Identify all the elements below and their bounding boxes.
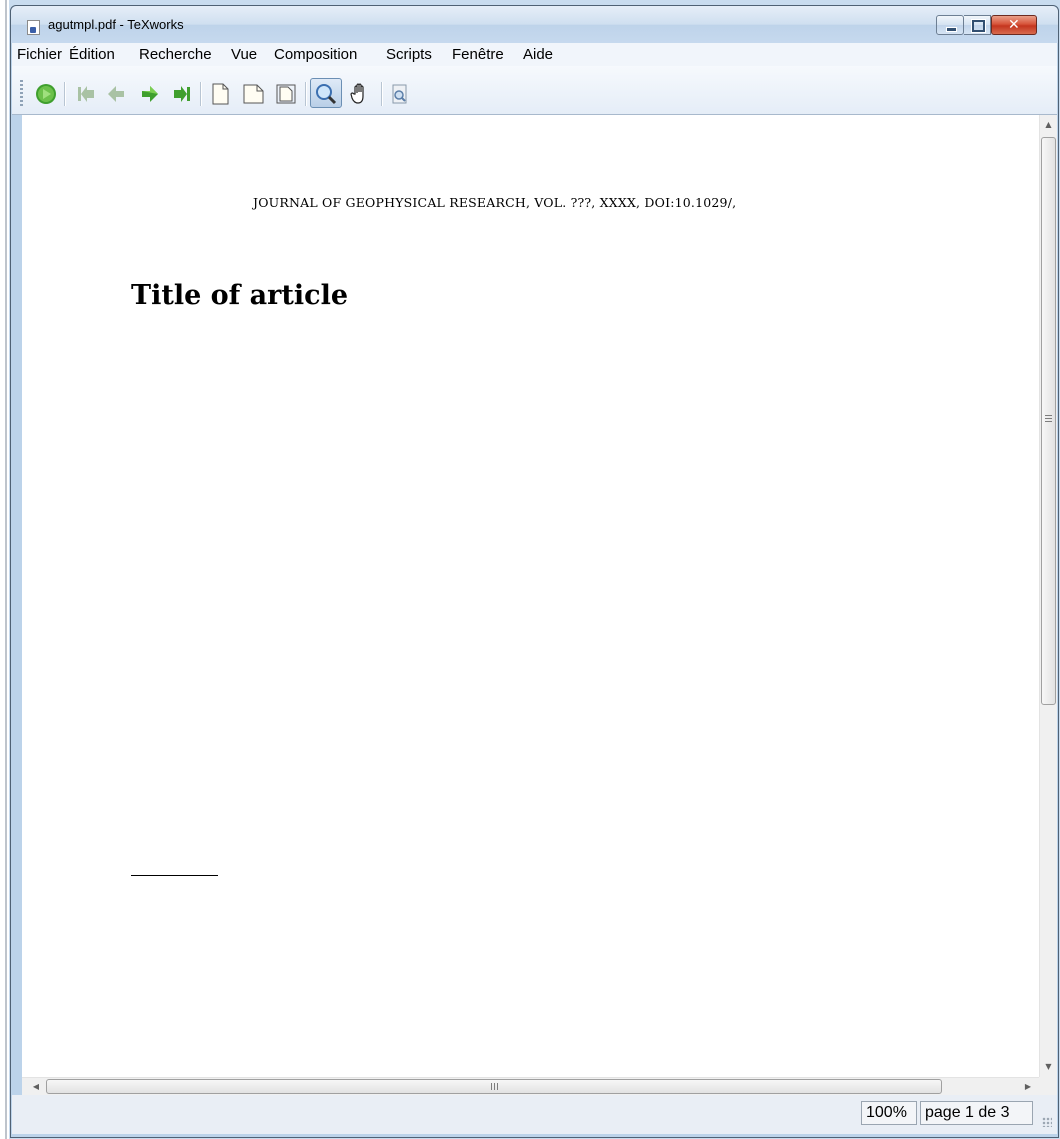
- running-header-text: JOURNAL OF GEOPHYSICAL RESEARCH, VOL. ??…: [253, 195, 737, 210]
- minimize-icon: [946, 27, 957, 32]
- typeset-icon[interactable]: [34, 82, 58, 106]
- background-window-edge: [0, 0, 9, 1139]
- window-title: agutmpl.pdf - TeXworks: [48, 17, 184, 32]
- close-icon: ✕: [1008, 17, 1020, 33]
- fit-window-icon[interactable]: [274, 82, 298, 106]
- article-title: Title of article: [131, 280, 349, 311]
- scroll-grip-icon: [491, 1083, 500, 1090]
- title-bar[interactable]: agutmpl.pdf - TeXworks ✕: [11, 6, 1058, 43]
- status-bar: 100% page 1 de 3: [12, 1095, 1057, 1134]
- pdf-document-icon: [27, 20, 40, 35]
- footnote-rule: [131, 875, 218, 876]
- maximize-button[interactable]: [964, 15, 991, 35]
- scroll-left-arrow-icon[interactable]: ◀: [28, 1078, 44, 1095]
- horizontal-scrollbar[interactable]: ◀ ▶: [22, 1077, 1039, 1095]
- zoom-level[interactable]: 100%: [861, 1101, 917, 1125]
- last-page-icon[interactable]: [170, 82, 194, 106]
- find-source-icon[interactable]: [388, 82, 412, 106]
- toolbar-separator: [305, 82, 306, 106]
- page-indicator[interactable]: page 1 de 3: [920, 1101, 1033, 1125]
- scroll-grip-icon: [1045, 415, 1052, 424]
- scroll-up-arrow-icon[interactable]: ▲: [1040, 117, 1057, 133]
- maximize-icon: [972, 20, 985, 32]
- first-page-icon[interactable]: [74, 82, 98, 106]
- menu-aide[interactable]: Aide: [523, 46, 553, 63]
- vertical-scrollbar[interactable]: ▲ ▼: [1039, 115, 1057, 1077]
- toolbar-grip[interactable]: [20, 80, 23, 108]
- toolbar-separator: [200, 82, 201, 106]
- toolbar-separator: [381, 82, 382, 106]
- next-page-icon[interactable]: [138, 82, 162, 106]
- scroll-corner: [1039, 1077, 1057, 1095]
- scroll-down-arrow-icon[interactable]: ▼: [1040, 1059, 1057, 1075]
- pdf-view[interactable]: JOURNAL OF GEOPHYSICAL RESEARCH, VOL. ??…: [22, 115, 1039, 1077]
- menu-fenetre[interactable]: Fenêtre: [452, 46, 504, 63]
- actual-size-icon[interactable]: [208, 82, 232, 106]
- hand-tool-icon[interactable]: [348, 82, 372, 106]
- menu-bar: Fichier Édition Recherche Vue Compositio…: [12, 43, 1057, 66]
- menu-composition[interactable]: Composition: [274, 46, 357, 63]
- menu-scripts[interactable]: Scripts: [386, 46, 432, 63]
- close-button[interactable]: ✕: [991, 15, 1037, 35]
- toolbar: [12, 66, 1057, 115]
- fit-width-icon[interactable]: [242, 82, 266, 106]
- magnify-tool-icon[interactable]: [314, 82, 338, 106]
- toolbar-separator: [64, 82, 65, 106]
- minimize-button[interactable]: [936, 15, 964, 35]
- texworks-pdf-window: agutmpl.pdf - TeXworks ✕ Fichier Édition…: [10, 5, 1059, 1138]
- menu-edition[interactable]: Édition: [69, 46, 115, 63]
- resize-grip[interactable]: [1042, 1117, 1052, 1127]
- menu-recherche[interactable]: Recherche: [139, 46, 212, 63]
- horizontal-scroll-thumb[interactable]: [46, 1079, 942, 1094]
- vertical-scroll-thumb[interactable]: [1041, 137, 1056, 705]
- scroll-right-arrow-icon[interactable]: ▶: [1020, 1078, 1036, 1095]
- menu-fichier[interactable]: Fichier: [17, 46, 62, 63]
- previous-page-icon[interactable]: [104, 82, 128, 106]
- menu-vue[interactable]: Vue: [231, 46, 257, 63]
